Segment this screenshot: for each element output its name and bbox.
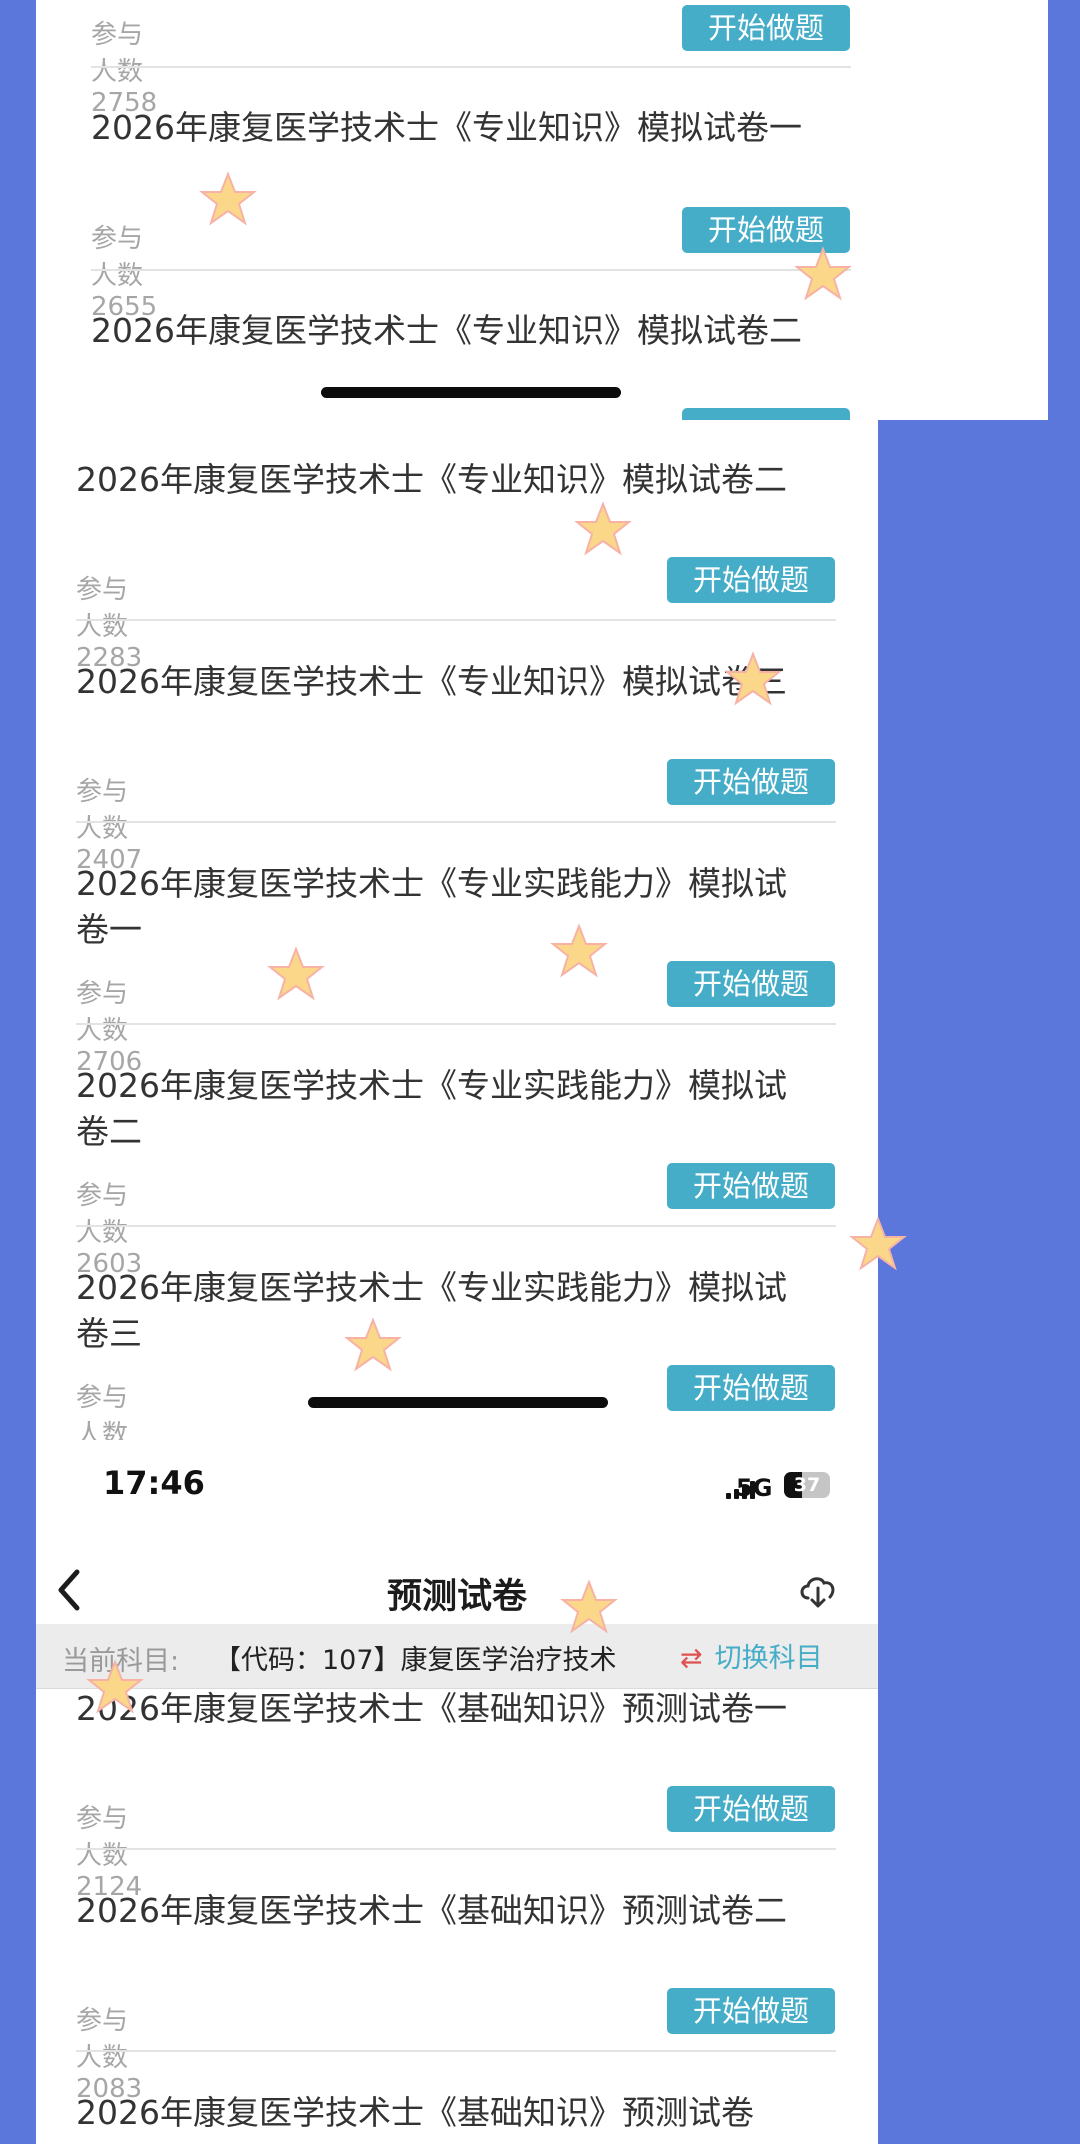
exam-title: 2026年康复医学技术士《专业知识》模拟试卷一	[91, 108, 802, 147]
start-quiz-button[interactable]: 开始做题	[667, 759, 835, 805]
start-quiz-button[interactable]: 开始做题	[667, 1365, 835, 1411]
exam-title: 2026年康复医学技术士《专业知识》模拟试卷二	[91, 311, 802, 350]
star-sticker-icon	[574, 501, 632, 556]
screenshot-panel-1: 参与人数2758 开始做题 2026年康复医学技术士《专业知识》模拟试卷一 参与…	[36, 0, 1048, 420]
page-title: 预测试卷	[386, 1577, 527, 1617]
star-sticker-icon	[550, 923, 608, 978]
exam-title: 2026年康复医学技术士《专业实践能力》模拟试卷三	[76, 1268, 787, 1353]
divider	[91, 269, 851, 271]
cloud-download-icon[interactable]	[796, 1568, 840, 1616]
subject-bar: 当前科目: 【代码：107】康复医学治疗技术 ⇄ 切换科目	[36, 1624, 878, 1689]
home-indicator	[321, 387, 621, 398]
participant-count: 参与人数2283	[76, 575, 143, 673]
participant-count: 参与人数2124	[76, 1804, 143, 1902]
exam-title: 2026年康复医学技术士《专业实践能力》模拟试卷二	[76, 1066, 787, 1151]
start-quiz-button[interactable]	[682, 408, 850, 420]
battery-icon: 37	[784, 1472, 830, 1498]
screenshot-panel-3: 17:46 5G 37 预测试卷 当前科目: 【代码：107】康复医学治疗技术 …	[36, 1440, 878, 2144]
star-sticker-icon	[560, 1579, 618, 1634]
start-quiz-button[interactable]: 开始做题	[667, 1786, 835, 1832]
star-sticker-icon	[344, 1317, 402, 1372]
start-quiz-button[interactable]: 开始做题	[667, 1988, 835, 2034]
participant-count: 参与人数2407	[76, 777, 143, 875]
switch-subject-label: 切换科目	[714, 1643, 823, 1674]
start-quiz-button[interactable]: 开始做题	[682, 5, 850, 51]
star-sticker-icon	[849, 1216, 907, 1271]
exam-title: 2026年康复医学技术士《专业知识》模拟试卷三	[76, 662, 787, 701]
start-quiz-button[interactable]: 开始做题	[667, 961, 835, 1007]
subject-value: 【代码：107】康复医学治疗技术	[214, 1645, 617, 1676]
switch-subject-button[interactable]: ⇄ 切换科目	[680, 1636, 823, 1675]
divider	[76, 619, 836, 621]
exam-title: 2026年康复医学技术士《基础知识》预测试卷	[76, 2093, 754, 2132]
star-sticker-icon	[794, 246, 852, 301]
exam-title: 2026年康复医学技术士《专业实践能力》模拟试卷一	[76, 864, 787, 949]
divider	[76, 821, 836, 823]
divider	[76, 2050, 836, 2052]
battery-level: 37	[793, 1474, 821, 1496]
divider	[91, 66, 851, 68]
divider	[76, 1023, 836, 1025]
start-quiz-button[interactable]: 开始做题	[667, 557, 835, 603]
network-label: 5G	[736, 1474, 773, 1502]
star-sticker-icon	[724, 651, 782, 706]
start-quiz-button[interactable]: 开始做题	[667, 1163, 835, 1209]
participant-count: 参与人数2603	[76, 1181, 143, 1279]
status-bar: 17:46 5G 37	[36, 1440, 878, 1540]
home-indicator	[308, 1397, 608, 1408]
exam-title: 2026年康复医学技术士《基础知识》预测试卷一	[76, 1689, 787, 1728]
star-sticker-icon	[86, 1659, 144, 1714]
divider	[76, 1848, 836, 1850]
status-time: 17:46	[103, 1464, 205, 1502]
switch-arrows-icon: ⇄	[680, 1643, 703, 1674]
star-sticker-icon	[199, 171, 257, 226]
participant-count: 参与人数2754	[76, 1383, 129, 1440]
screenshot-panel-2: 2026年康复医学技术士《专业知识》模拟试卷二 参与人数2283 开始做题 20…	[36, 420, 878, 1440]
participant-count: 参与人数2706	[76, 979, 143, 1077]
star-sticker-icon	[267, 946, 325, 1001]
exam-title: 2026年康复医学技术士《专业知识》模拟试卷二	[76, 460, 787, 499]
exam-title: 2026年康复医学技术士《基础知识》预测试卷二	[76, 1891, 787, 1930]
divider	[76, 1225, 836, 1227]
participant-count: 参与人数2083	[76, 2006, 143, 2104]
